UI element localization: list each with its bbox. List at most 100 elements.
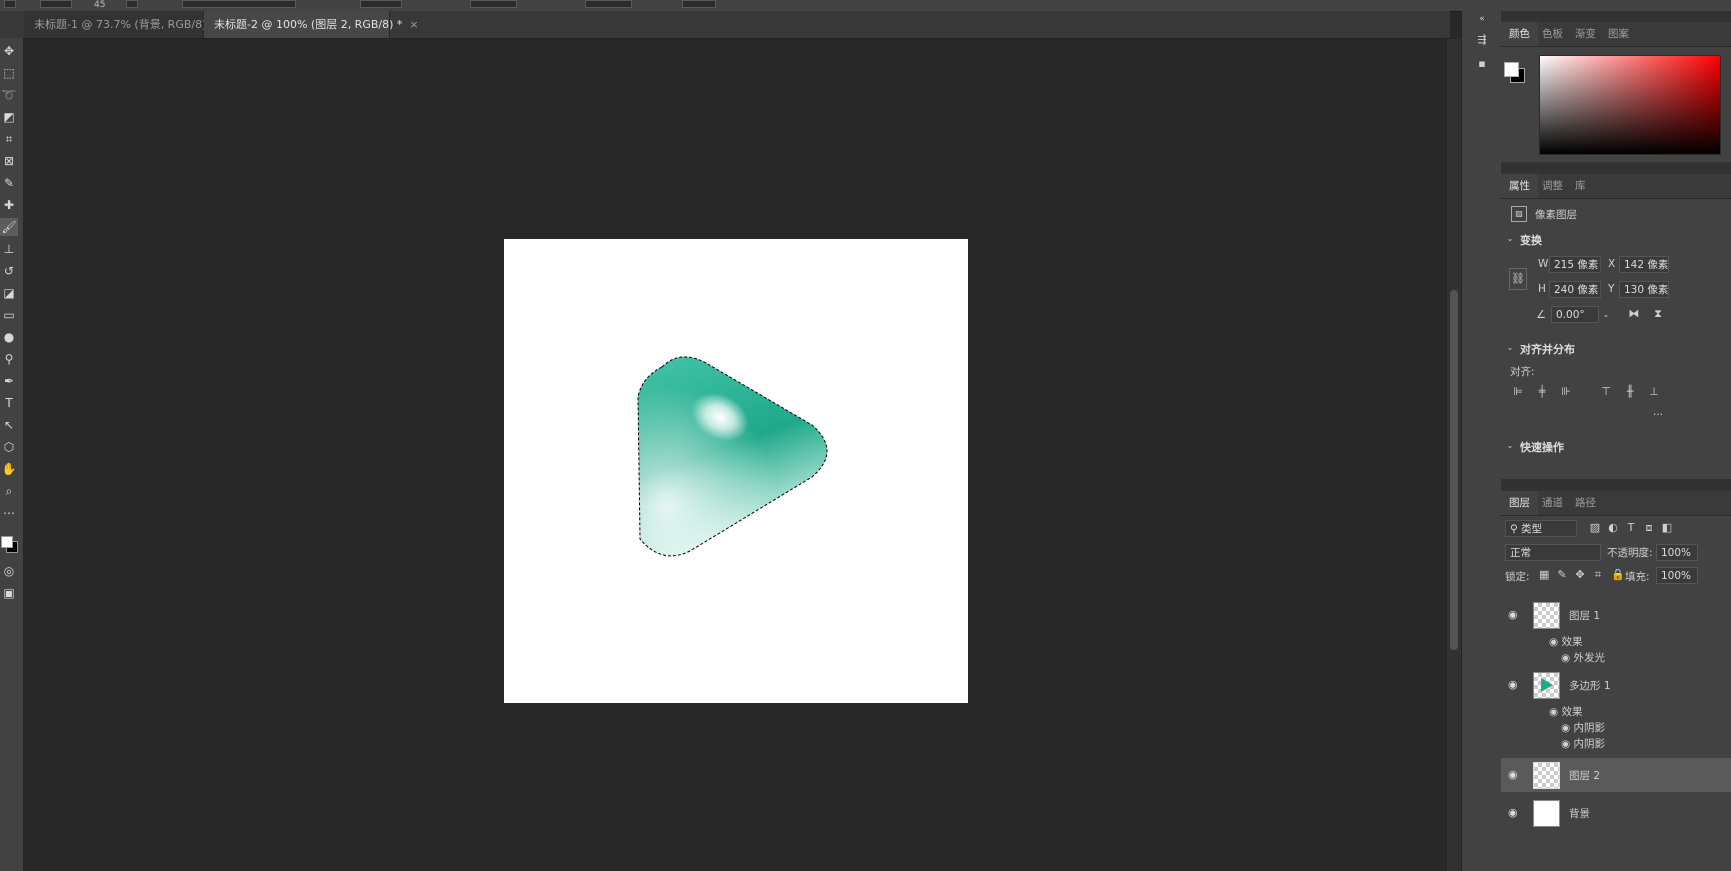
tab-libraries[interactable]: 库	[1567, 174, 1594, 198]
chevron-down-icon[interactable]: ⌄	[1505, 341, 1515, 355]
tab-gradients[interactable]: 渐变	[1567, 22, 1604, 46]
angle-field[interactable]	[682, 0, 716, 8]
opacity-field[interactable]: 100%	[1656, 544, 1698, 561]
marquee-tool-icon[interactable]: ⬚	[0, 64, 18, 82]
width-field[interactable]: 215 像素	[1549, 256, 1601, 273]
zoom-tool-icon[interactable]: ⌕	[0, 482, 18, 500]
lock-artboard-icon[interactable]: ⌗	[1593, 568, 1603, 582]
lock-position-icon[interactable]: ✥	[1575, 568, 1585, 582]
foreground-color-swatch[interactable]	[1504, 62, 1519, 77]
layer-row[interactable]: ◉ 背景	[1501, 796, 1731, 830]
lock-pixels-icon[interactable]: ✎	[1557, 568, 1567, 582]
eye-icon[interactable]: ◉	[1508, 806, 1518, 819]
filter-adjustment-icon[interactable]: ◐	[1607, 521, 1619, 535]
tab-document-1[interactable]: 未标题-1 @ 73.7% (背景, RGB/8) *×	[24, 11, 232, 38]
mode-dropdown[interactable]	[182, 0, 296, 8]
lock-transparent-icon[interactable]: ▦	[1539, 568, 1549, 582]
filter-type-icon[interactable]: T	[1625, 521, 1637, 535]
tab-channels[interactable]: 通道	[1534, 491, 1571, 515]
angle-field[interactable]: 0.00°	[1551, 306, 1599, 323]
more-tools-icon[interactable]: ⋯	[0, 504, 18, 522]
align-hcenter-icon[interactable]: ╪	[1535, 385, 1549, 399]
eye-icon[interactable]: ◉	[1561, 652, 1574, 664]
history-brush-tool-icon[interactable]: ↺	[0, 262, 18, 280]
scrollbar-thumb[interactable]	[1450, 290, 1458, 650]
quick-mask-icon[interactable]: ◎	[0, 562, 18, 580]
tab-patterns[interactable]: 图案	[1600, 22, 1637, 46]
gradient-tool-icon[interactable]: ▭	[0, 306, 18, 324]
angle-dropdown-icon[interactable]: ⌄	[1601, 308, 1611, 322]
lasso-tool-icon[interactable]: ➰	[0, 86, 18, 104]
tab-adjustments[interactable]: 调整	[1534, 174, 1571, 198]
path-select-tool-icon[interactable]: ↖	[0, 416, 18, 434]
fill-field[interactable]: 100%	[1656, 567, 1698, 584]
pen-tool-icon[interactable]: ✒	[0, 372, 18, 390]
type-tool-icon[interactable]: T	[0, 394, 18, 412]
filter-pixel-icon[interactable]: ▨	[1589, 521, 1601, 535]
tab-swatches[interactable]: 色板	[1534, 22, 1571, 46]
layer-row[interactable]: ◉ 图层 2	[1501, 758, 1731, 792]
link-icon[interactable]: ⛓	[1509, 268, 1527, 290]
layer-row[interactable]: ◉ 多边形 1	[1501, 668, 1731, 702]
hand-tool-icon[interactable]: ✋	[0, 460, 18, 478]
screen-mode-icon[interactable]: ▣	[0, 584, 18, 602]
close-icon[interactable]: ×	[409, 18, 418, 31]
comment-icon[interactable]: ▪	[1474, 57, 1490, 71]
height-field[interactable]: 240 像素	[1549, 281, 1601, 298]
effects-row[interactable]: ◉ 效果	[1549, 704, 1583, 719]
healing-brush-tool-icon[interactable]: ✚	[0, 196, 18, 214]
lock-all-icon[interactable]: 🔒	[1611, 568, 1625, 582]
eye-icon[interactable]: ◉	[1508, 608, 1518, 621]
tab-document-2[interactable]: 未标题-2 @ 100% (图层 2, RGB/8) * ×	[204, 11, 419, 38]
effect-row[interactable]: ◉ 内阴影	[1561, 720, 1605, 735]
tab-color[interactable]: 颜色	[1501, 22, 1538, 46]
smoothing-field[interactable]	[585, 0, 632, 8]
align-top-icon[interactable]: ⊤	[1599, 385, 1613, 399]
align-bottom-icon[interactable]: ⊥	[1647, 385, 1661, 399]
align-vcenter-icon[interactable]: ╫	[1623, 385, 1637, 399]
crop-tool-icon[interactable]: ⌗	[0, 130, 18, 148]
layer-row[interactable]: ◉ 图层 1	[1501, 598, 1731, 632]
quick-select-tool-icon[interactable]: ◩	[0, 108, 18, 126]
shape-tool-icon[interactable]: ⬡	[0, 438, 18, 456]
eye-icon[interactable]: ◉	[1561, 722, 1574, 734]
eye-icon[interactable]: ◉	[1508, 768, 1518, 781]
tab-layers[interactable]: 图层	[1501, 491, 1538, 515]
effect-row[interactable]: ◉ 内阴影	[1561, 736, 1605, 751]
effects-row[interactable]: ◉ 效果	[1549, 634, 1583, 649]
eye-icon[interactable]: ◉	[1508, 678, 1518, 691]
blend-mode-dropdown[interactable]: 正常	[1505, 544, 1601, 561]
stamp-tool-icon[interactable]: ⊥	[0, 240, 18, 258]
color-field[interactable]	[1539, 55, 1721, 155]
brush-preset-picker[interactable]	[40, 0, 72, 8]
flip-horizontal-icon[interactable]: ⧓	[1627, 307, 1641, 321]
tab-paths[interactable]: 路径	[1567, 491, 1604, 515]
layer-filter-dropdown[interactable]: ⚲ 类型	[1505, 520, 1577, 537]
collapse-panels-icon[interactable]: «	[1474, 12, 1490, 26]
flip-vertical-icon[interactable]: ⧗	[1651, 307, 1665, 321]
align-right-icon[interactable]: ⊪	[1559, 385, 1573, 399]
move-tool-icon[interactable]: ✥	[0, 42, 18, 60]
tool-preset-icon[interactable]	[4, 0, 16, 8]
align-left-icon[interactable]: ⊫	[1511, 385, 1525, 399]
eye-icon[interactable]: ◉	[1549, 706, 1562, 718]
eyedropper-tool-icon[interactable]: ✎	[0, 174, 18, 192]
x-field[interactable]: 142 像素	[1619, 256, 1669, 273]
blur-tool-icon[interactable]: ●	[0, 328, 18, 346]
eye-icon[interactable]: ◉	[1549, 636, 1562, 648]
history-icon[interactable]: ⇶	[1474, 33, 1490, 47]
effect-row[interactable]: ◉ 外发光	[1561, 650, 1605, 665]
brush-tool-icon[interactable]: 🖌	[0, 218, 18, 236]
more-options-button[interactable]: ...	[1653, 406, 1663, 418]
filter-smart-object-icon[interactable]: ◧	[1661, 521, 1673, 535]
dodge-tool-icon[interactable]: ⚲	[0, 350, 18, 368]
opacity-field[interactable]	[360, 0, 402, 8]
foreground-color-swatch[interactable]	[1, 536, 13, 548]
frame-tool-icon[interactable]: ⊠	[0, 152, 18, 170]
tab-properties[interactable]: 属性	[1501, 174, 1538, 198]
eraser-tool-icon[interactable]: ◪	[0, 284, 18, 302]
chevron-down-icon[interactable]: ⌄	[1505, 232, 1515, 246]
flow-field[interactable]	[470, 0, 517, 8]
brush-settings-icon[interactable]	[126, 0, 138, 8]
document-canvas[interactable]	[504, 239, 968, 703]
